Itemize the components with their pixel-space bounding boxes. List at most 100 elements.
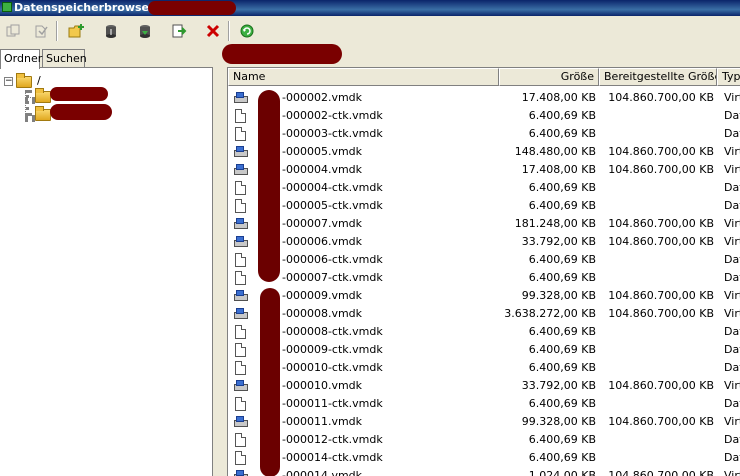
file-provisioned-size: 104.860.700,00 KB [608, 163, 714, 176]
table-row[interactable]: -000011-ctk.vmdk 6.400,69 KB Dat [228, 395, 740, 413]
file-size: 6.400,69 KB [528, 253, 596, 266]
file-name: -000004-ctk.vmdk [282, 181, 383, 194]
file-type: Dat [724, 451, 740, 464]
file-icon [234, 433, 248, 447]
inventory-button[interactable] [134, 20, 156, 42]
upload-button[interactable] [66, 20, 88, 42]
column-header-size[interactable]: Größe [499, 68, 599, 86]
file-icon [234, 325, 248, 339]
file-size: 148.480,00 KB [514, 145, 596, 158]
table-row[interactable]: -000005.vmdk 148.480,00 KB 104.860.700,00 … [228, 143, 740, 161]
table-row[interactable]: -000009-ctk.vmdk 6.400,69 KB Dat [228, 341, 740, 359]
add-to-inventory-button[interactable] [168, 20, 190, 42]
pane-splitter[interactable] [213, 67, 227, 476]
toolbar [0, 16, 740, 46]
table-row[interactable]: -000012-ctk.vmdk 6.400,69 KB Dat [228, 431, 740, 449]
file-type: Dat [724, 325, 740, 338]
file-name: -000004.vmdk [282, 163, 363, 176]
file-type: Virt [724, 235, 740, 248]
file-type: Dat [724, 433, 740, 446]
file-type: Virt [724, 145, 740, 158]
table-row[interactable]: -000007.vmdk 181.248,00 KB 104.860.700,00 … [228, 215, 740, 233]
file-size: 6.400,69 KB [528, 127, 596, 140]
file-rows: -000002.vmdk 17.408,00 KB 104.860.700,00 K… [228, 89, 740, 476]
file-type: Virt [724, 307, 740, 320]
table-row[interactable]: -000008-ctk.vmdk 6.400,69 KB Dat [228, 323, 740, 341]
file-icon [234, 181, 248, 195]
tree-root-label[interactable]: / [37, 74, 41, 87]
toolbar-separator [56, 21, 58, 41]
table-row[interactable]: -000008.vmdk 3.638.272,00 KB 104.860.700,0… [228, 305, 740, 323]
file-provisioned-size: 104.860.700,00 KB [608, 415, 714, 428]
file-name: -000006-ctk.vmdk [282, 253, 383, 266]
file-provisioned-size: 104.860.700,00 KB [608, 91, 714, 104]
file-size: 6.400,69 KB [528, 199, 596, 212]
table-row[interactable]: -000009.vmdk 99.328,00 KB 104.860.700,00 K… [228, 287, 740, 305]
virtual-disk-icon [234, 235, 248, 249]
app-icon [2, 2, 12, 12]
file-provisioned-size: 104.860.700,00 KB [608, 235, 714, 248]
new-folder-button[interactable] [2, 20, 24, 42]
tab-suchen[interactable]: Suchen [42, 49, 87, 68]
table-row[interactable]: -000005-ctk.vmdk 6.400,69 KB Dat [228, 197, 740, 215]
file-list: Name Größe Bereitgestellte Größe Typ -00… [227, 67, 740, 476]
table-row[interactable]: -000010-ctk.vmdk 6.400,69 KB Dat [228, 359, 740, 377]
file-type: Virt [724, 289, 740, 302]
table-row[interactable]: -000014-ctk.vmdk 6.400,69 KB Dat [228, 449, 740, 467]
file-name: -000007.vmdk [282, 217, 363, 230]
upload-icon [106, 25, 116, 38]
file-type: Dat [724, 109, 740, 122]
paste-button[interactable] [30, 20, 52, 42]
table-row[interactable]: -000006.vmdk 33.792,00 KB 104.860.700,00 K… [228, 233, 740, 251]
file-size: 1.024,00 KB [528, 469, 596, 476]
file-name: -000010.vmdk [282, 379, 363, 392]
table-row[interactable]: -000002.vmdk 17.408,00 KB 104.860.700,00 K… [228, 89, 740, 107]
column-header-provisioned[interactable]: Bereitgestellte Größe [599, 68, 717, 86]
file-icon [234, 253, 248, 267]
table-row[interactable]: -000003-ctk.vmdk 6.400,69 KB Dat [228, 125, 740, 143]
tab-ordner[interactable]: Ordner [0, 49, 42, 69]
file-name: -000014.vmdk [282, 469, 363, 476]
column-header-name[interactable]: Name [228, 68, 499, 86]
folder-icon-child-1[interactable] [35, 88, 51, 103]
virtual-disk-icon [234, 91, 248, 105]
column-header-type[interactable]: Typ [717, 68, 740, 86]
file-provisioned-size: 104.860.700,00 KB [608, 217, 714, 230]
table-row[interactable]: -000004-ctk.vmdk 6.400,69 KB Dat [228, 179, 740, 197]
download-button[interactable] [100, 20, 122, 42]
copy-disabled-icon [6, 24, 20, 37]
delete-button[interactable] [202, 20, 224, 42]
table-row[interactable]: -000011.vmdk 99.328,00 KB 104.860.700,00 K… [228, 413, 740, 431]
file-size: 6.400,69 KB [528, 325, 596, 338]
table-row[interactable]: -000002-ctk.vmdk 6.400,69 KB Dat [228, 107, 740, 125]
virtual-disk-icon [234, 289, 248, 303]
file-provisioned-size: 104.860.700,00 KB [608, 469, 714, 476]
file-name: -000011.vmdk [282, 415, 363, 428]
redaction-title [148, 1, 236, 15]
redaction-filenames-lower [260, 288, 280, 476]
tree-expander-root[interactable]: − [4, 77, 13, 86]
table-row[interactable]: -000014.vmdk 1.024,00 KB 104.860.700,00 KB… [228, 467, 740, 476]
table-row[interactable]: -000006-ctk.vmdk 6.400,69 KB Dat [228, 251, 740, 269]
file-size: 99.328,00 KB [521, 415, 596, 428]
folder-tree: − / [0, 67, 213, 476]
virtual-disk-icon [234, 217, 248, 231]
file-size: 3.638.272,00 KB [504, 307, 596, 320]
file-name: -000012-ctk.vmdk [282, 433, 383, 446]
table-row[interactable]: -000004.vmdk 17.408,00 KB 104.860.700,00 K… [228, 161, 740, 179]
file-name: -000007-ctk.vmdk [282, 271, 383, 284]
redaction-folder-2 [50, 104, 112, 120]
file-size: 6.400,69 KB [528, 181, 596, 194]
virtual-disk-icon [234, 469, 248, 476]
folder-icon-child-2[interactable] [35, 106, 51, 121]
file-size: 17.408,00 KB [521, 163, 596, 176]
file-type: Dat [724, 127, 740, 140]
file-size: 181.248,00 KB [514, 217, 596, 230]
file-provisioned-size: 104.860.700,00 KB [608, 307, 714, 320]
table-row[interactable]: -000010.vmdk 33.792,00 KB 104.860.700,00 K… [228, 377, 740, 395]
table-row[interactable]: -000007-ctk.vmdk 6.400,69 KB Dat [228, 269, 740, 287]
virtual-disk-icon [234, 145, 248, 159]
file-type: Dat [724, 253, 740, 266]
refresh-button[interactable] [236, 20, 258, 42]
file-size: 17.408,00 KB [521, 91, 596, 104]
